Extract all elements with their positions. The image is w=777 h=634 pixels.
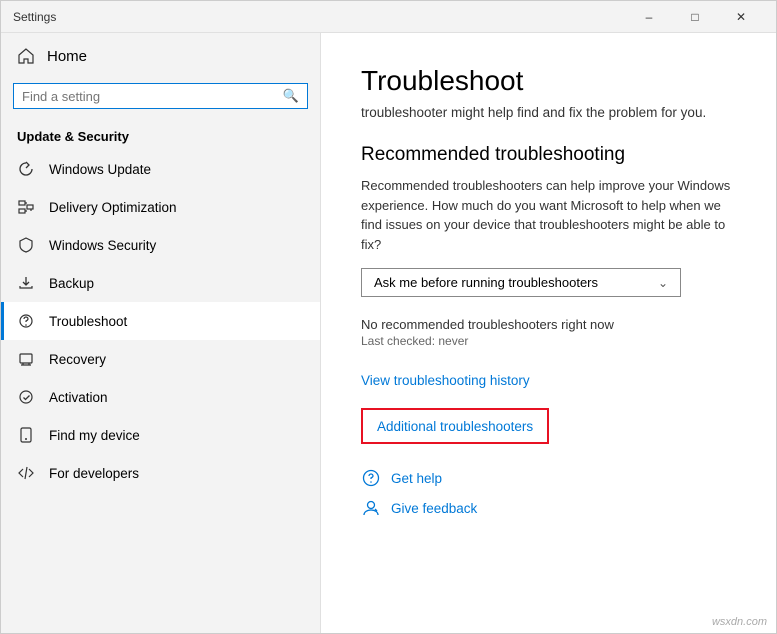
get-help-item: Get help: [361, 468, 736, 488]
sidebar-item-activation[interactable]: Activation: [1, 378, 320, 416]
search-icon: 🔍: [283, 88, 299, 104]
sidebar-item-backup[interactable]: Backup: [1, 264, 320, 302]
give-feedback-link[interactable]: Give feedback: [391, 501, 477, 516]
windows-update-icon: [17, 160, 35, 178]
sidebar-item-label: For developers: [49, 466, 139, 481]
sidebar: Home 🔍 Update & Security Windows Update: [1, 33, 321, 633]
sidebar-home-label: Home: [47, 48, 87, 65]
home-icon: [17, 47, 35, 65]
additional-troubleshooters-link[interactable]: Additional troubleshooters: [377, 419, 533, 434]
sidebar-item-delivery-optimization[interactable]: Delivery Optimization: [1, 188, 320, 226]
sidebar-item-label: Troubleshoot: [49, 314, 127, 329]
find-my-device-icon: [17, 426, 35, 444]
troubleshoot-icon: [17, 312, 35, 330]
recovery-icon: [17, 350, 35, 368]
sidebar-item-label: Activation: [49, 390, 108, 405]
minimize-button[interactable]: –: [626, 1, 672, 33]
backup-icon: [17, 274, 35, 292]
last-checked-text: Last checked: never: [361, 334, 736, 348]
sidebar-item-for-developers[interactable]: For developers: [1, 454, 320, 492]
sidebar-item-label: Recovery: [49, 352, 106, 367]
get-help-icon: [361, 468, 381, 488]
get-help-link[interactable]: Get help: [391, 471, 442, 486]
page-title: Troubleshoot: [361, 65, 736, 97]
additional-troubleshooters-box: Additional troubleshooters: [361, 408, 549, 444]
chevron-down-icon: ⌄: [658, 276, 668, 290]
titlebar-controls: – □ ✕: [626, 1, 764, 33]
no-troubleshooters-text: No recommended troubleshooters right now: [361, 317, 736, 332]
sidebar-item-label: Find my device: [49, 428, 140, 443]
for-developers-icon: [17, 464, 35, 482]
sidebar-item-troubleshoot[interactable]: Troubleshoot: [1, 302, 320, 340]
recommended-section-title: Recommended troubleshooting: [361, 144, 736, 166]
sidebar-item-label: Backup: [49, 276, 94, 291]
titlebar-title: Settings: [13, 10, 626, 24]
delivery-optimization-icon: [17, 198, 35, 216]
dropdown-label: Ask me before running troubleshooters: [374, 275, 598, 290]
sidebar-item-find-my-device[interactable]: Find my device: [1, 416, 320, 454]
sidebar-item-label: Windows Update: [49, 162, 151, 177]
maximize-button[interactable]: □: [672, 1, 718, 33]
view-history-link[interactable]: View troubleshooting history: [361, 373, 530, 388]
recommended-section-desc: Recommended troubleshooters can help imp…: [361, 176, 736, 254]
give-feedback-item: Give feedback: [361, 498, 736, 518]
sidebar-item-label: Windows Security: [49, 238, 156, 253]
windows-security-icon: [17, 236, 35, 254]
settings-window: Settings – □ ✕ Home 🔍 Update & Security: [0, 0, 777, 634]
search-box[interactable]: 🔍: [13, 83, 308, 109]
sidebar-item-windows-security[interactable]: Windows Security: [1, 226, 320, 264]
sidebar-section-title: Update & Security: [1, 121, 320, 150]
sidebar-item-windows-update[interactable]: Windows Update: [1, 150, 320, 188]
sidebar-item-home[interactable]: Home: [1, 33, 320, 79]
content-area: Home 🔍 Update & Security Windows Update: [1, 33, 776, 633]
search-input[interactable]: [22, 89, 283, 104]
activation-icon: [17, 388, 35, 406]
main-content: Troubleshoot troubleshooter might help f…: [321, 33, 776, 633]
titlebar: Settings – □ ✕: [1, 1, 776, 33]
close-button[interactable]: ✕: [718, 1, 764, 33]
give-feedback-icon: [361, 498, 381, 518]
intro-text: troubleshooter might help find and fix t…: [361, 105, 736, 120]
sidebar-item-label: Delivery Optimization: [49, 200, 177, 215]
watermark: wsxdn.com: [712, 616, 767, 628]
sidebar-item-recovery[interactable]: Recovery: [1, 340, 320, 378]
troubleshooter-dropdown[interactable]: Ask me before running troubleshooters ⌄: [361, 268, 681, 297]
